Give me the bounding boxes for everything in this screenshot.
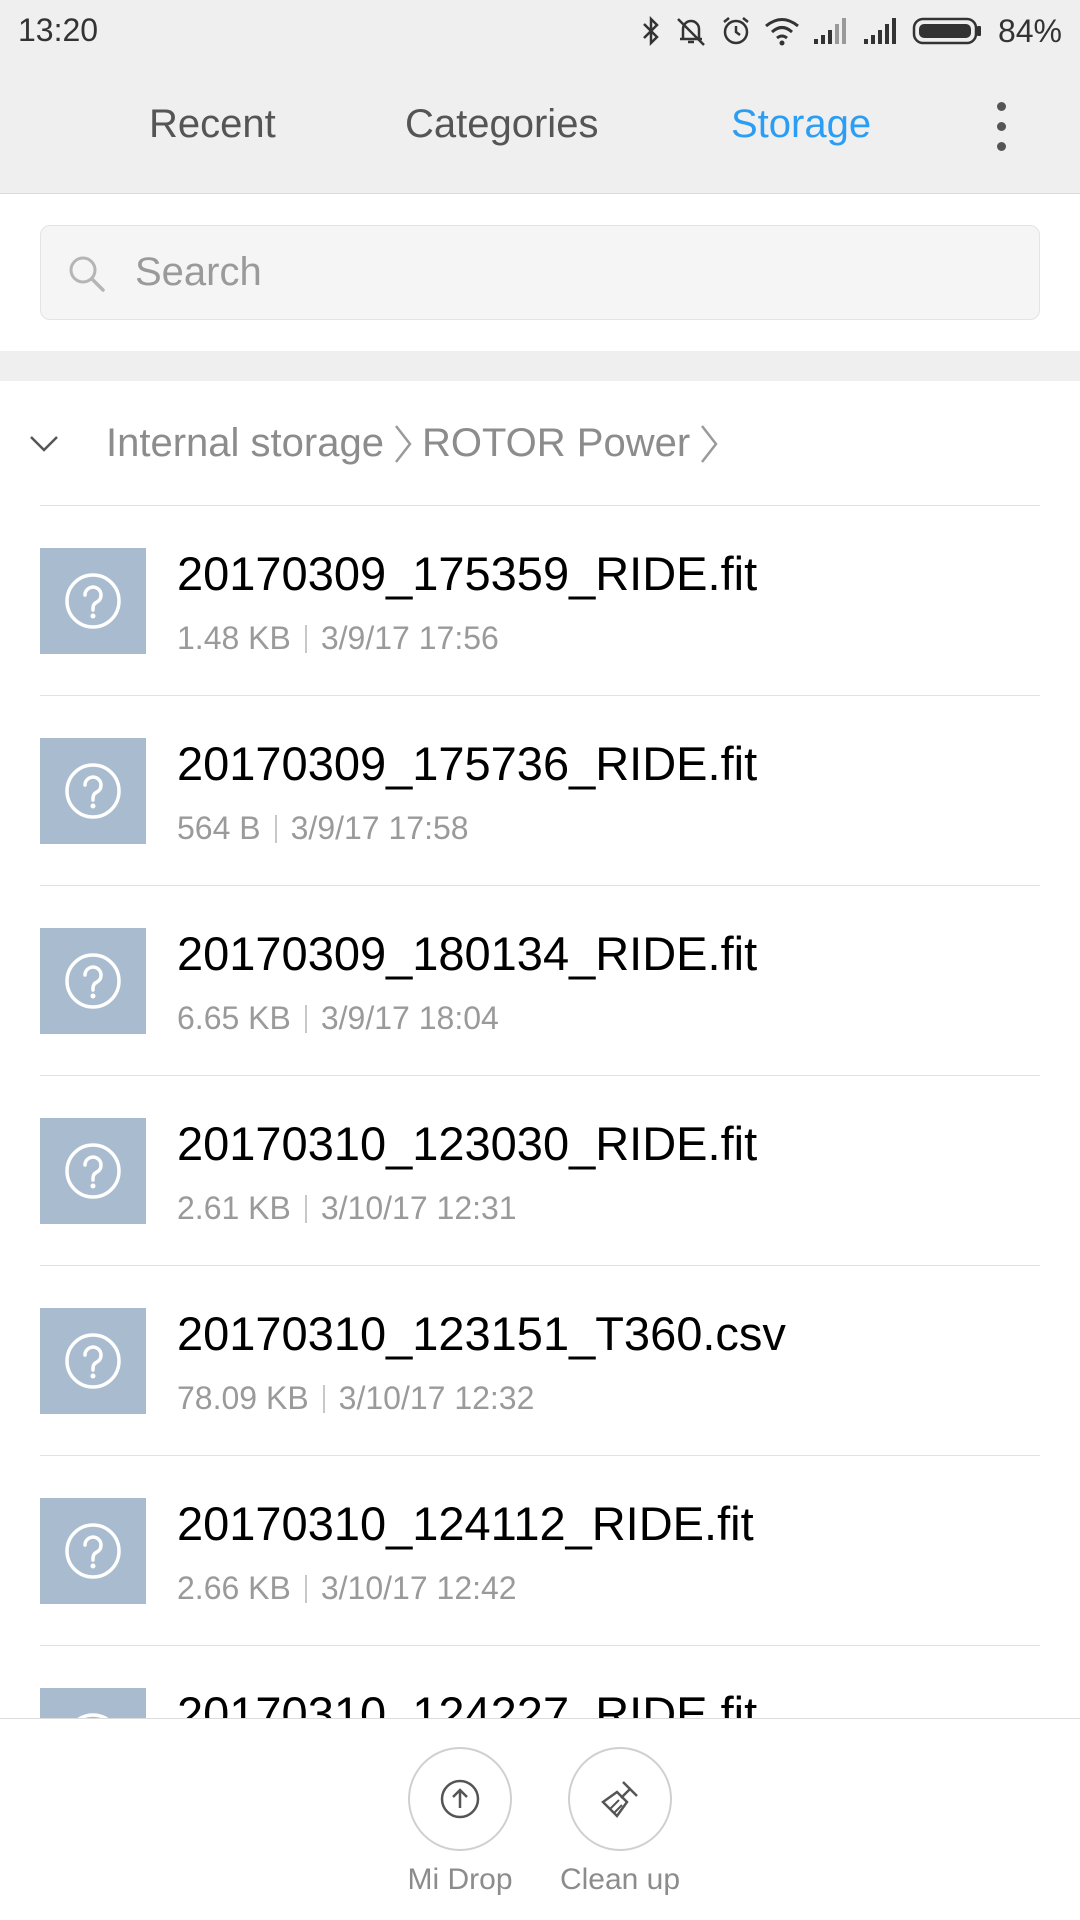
file-size: 1.48 KB — [177, 620, 291, 656]
bottom-action-bar: Mi Drop Clean up — [0, 1718, 1080, 1920]
unknown-file-icon — [65, 1143, 121, 1199]
file-thumbnail — [40, 928, 146, 1034]
file-thumbnail — [40, 1308, 146, 1414]
breadcrumb-item-rotor-power[interactable]: ROTOR Power — [422, 421, 690, 466]
file-date: 3/9/17 18:04 — [320, 1000, 499, 1036]
file-date: 3/9/17 17:56 — [320, 620, 499, 656]
file-row[interactable]: 20170310_123030_RIDE.fit 2.61 KB 3/10/17 … — [0, 1076, 1080, 1266]
battery-percent: 84% — [997, 12, 1062, 49]
file-thumbnail — [40, 1118, 146, 1224]
file-thumbnail — [40, 738, 146, 844]
search-icon — [69, 256, 105, 292]
broom-icon — [601, 1781, 638, 1818]
status-bar: 13:20 84% — [0, 0, 1080, 62]
signal-icon — [863, 18, 896, 44]
file-meta: 1.48 KB 3/9/17 17:56 — [177, 620, 499, 657]
more-options-button[interactable] — [986, 102, 1016, 156]
mi-drop-circle[interactable] — [408, 1747, 512, 1851]
file-size: 564 B — [177, 810, 261, 846]
tab-storage[interactable]: Storage — [731, 102, 871, 147]
meta-separator — [304, 1574, 307, 1603]
file-size: 2.66 KB — [177, 1570, 291, 1606]
meta-separator — [304, 1194, 307, 1223]
file-name: 20170310_123151_T360.csv — [177, 1307, 786, 1360]
clean-up-button[interactable]: Clean up — [550, 1747, 690, 1897]
top-tab-bar: Recent Categories Storage — [0, 62, 1080, 194]
file-name: 20170310_124112_RIDE.fit — [177, 1497, 754, 1550]
search-input[interactable] — [135, 226, 1015, 319]
meta-separator — [322, 1384, 325, 1413]
tab-recent[interactable]: Recent — [149, 102, 276, 147]
file-row[interactable]: 20170309_175359_RIDE.fit 1.48 KB 3/9/17 1… — [0, 506, 1080, 696]
file-meta: 6.65 KB 3/9/17 18:04 — [177, 1000, 499, 1037]
upload-icon — [440, 1779, 480, 1819]
chevron-right-icon — [701, 424, 718, 463]
wifi-icon — [765, 18, 799, 46]
status-time: 13:20 — [18, 12, 99, 48]
file-size: 78.09 KB — [177, 1380, 309, 1416]
file-date: 3/10/17 12:32 — [338, 1380, 535, 1416]
chevron-down-icon[interactable] — [28, 433, 60, 455]
file-date: 3/10/17 12:31 — [320, 1190, 517, 1226]
file-row[interactable]: 20170310_123151_T360.csv 78.09 KB 3/10/17… — [0, 1266, 1080, 1456]
file-row[interactable]: 20170309_180134_RIDE.fit 6.65 KB 3/9/17 1… — [0, 886, 1080, 1076]
file-row[interactable]: 20170310_124227_RIDE.fit — [0, 1646, 1080, 1718]
clean-up-circle[interactable] — [568, 1747, 672, 1851]
battery-icon — [912, 17, 981, 45]
unknown-file-icon — [65, 1523, 121, 1579]
tab-categories[interactable]: Categories — [405, 102, 598, 147]
breadcrumb: Internal storage ROTOR Power — [0, 381, 1080, 506]
file-list: 20170309_175359_RIDE.fit 1.48 KB 3/9/17 1… — [0, 506, 1080, 1718]
file-thumbnail — [40, 1498, 146, 1604]
meta-separator — [304, 1004, 307, 1033]
search-section — [0, 195, 1080, 351]
mi-drop-button[interactable]: Mi Drop — [390, 1747, 530, 1897]
file-name: 20170310_123030_RIDE.fit — [177, 1117, 758, 1170]
file-thumbnail — [40, 1688, 146, 1718]
file-meta: 564 B 3/9/17 17:58 — [177, 810, 469, 847]
file-name: 20170310_124227_RIDE.fit — [177, 1687, 758, 1718]
unknown-file-icon — [65, 953, 121, 1009]
unknown-file-icon — [65, 1333, 121, 1389]
unknown-file-icon — [65, 573, 121, 629]
file-meta: 78.09 KB 3/10/17 12:32 — [177, 1380, 534, 1417]
more-dot — [996, 142, 1006, 151]
more-dot — [996, 122, 1006, 131]
file-thumbnail — [40, 548, 146, 654]
meta-separator — [304, 624, 307, 653]
breadcrumb-item-internal-storage[interactable]: Internal storage — [106, 421, 384, 466]
status-icons: 84% — [640, 12, 1062, 50]
file-meta: 2.66 KB 3/10/17 12:42 — [177, 1570, 517, 1607]
file-name: 20170309_180134_RIDE.fit — [177, 927, 758, 980]
file-name: 20170309_175736_RIDE.fit — [177, 737, 758, 790]
file-date: 3/9/17 17:58 — [290, 810, 469, 846]
more-dot — [996, 102, 1006, 111]
file-name: 20170309_175359_RIDE.fit — [177, 547, 758, 600]
unknown-file-icon — [65, 763, 121, 819]
meta-separator — [274, 814, 277, 843]
clean-up-label: Clean up — [559, 1863, 681, 1896]
file-meta: 2.61 KB 3/10/17 12:31 — [177, 1190, 517, 1227]
file-size: 2.61 KB — [177, 1190, 291, 1226]
mi-drop-label: Mi Drop — [407, 1863, 513, 1896]
breadcrumb-path: Internal storage ROTOR Power — [106, 421, 728, 466]
alarm-icon — [723, 17, 749, 45]
file-date: 3/10/17 12:42 — [320, 1570, 517, 1606]
mute-icon — [677, 18, 705, 46]
file-row[interactable]: 20170310_124112_RIDE.fit 2.66 KB 3/10/17 … — [0, 1456, 1080, 1646]
file-row[interactable]: 20170309_175736_RIDE.fit 564 B 3/9/17 17:… — [0, 696, 1080, 886]
chevron-right-icon — [394, 424, 412, 463]
file-size: 6.65 KB — [177, 1000, 291, 1036]
bluetooth-icon — [643, 15, 659, 47]
section-divider — [0, 351, 1080, 381]
unknown-file-icon — [77, 1713, 109, 1718]
signal-icon — [813, 18, 846, 44]
search-box[interactable] — [40, 225, 1040, 320]
